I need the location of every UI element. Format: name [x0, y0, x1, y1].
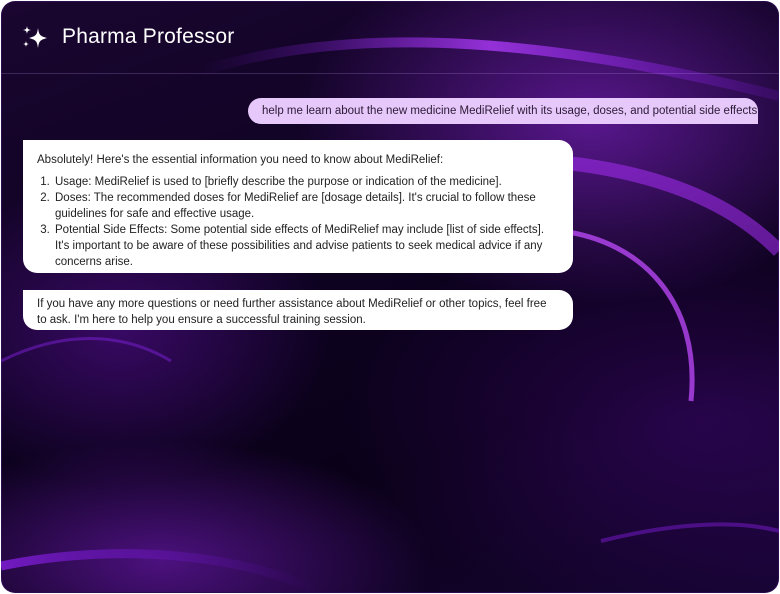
assistant-message-list: Usage: MediRelief is used to [briefly de…	[37, 174, 559, 270]
assistant-message: If you have any more questions or need f…	[23, 290, 573, 330]
app-title: Pharma Professor	[62, 25, 235, 48]
list-item: Potential Side Effects: Some potential s…	[53, 222, 559, 270]
assistant-message-text: If you have any more questions or need f…	[37, 298, 547, 326]
assistant-message-intro: Absolutely! Here's the essential informa…	[37, 154, 444, 166]
chat-window: Pharma Professor help me learn about the…	[1, 1, 779, 593]
assistant-message: Absolutely! Here's the essential informa…	[23, 140, 573, 273]
user-message: help me learn about the new medicine Med…	[248, 98, 758, 124]
sparkles-icon	[23, 26, 47, 48]
list-item: Usage: MediRelief is used to [briefly de…	[53, 174, 559, 190]
list-item: Doses: The recommended doses for MediRel…	[53, 190, 559, 222]
app-header: Pharma Professor	[1, 1, 779, 74]
